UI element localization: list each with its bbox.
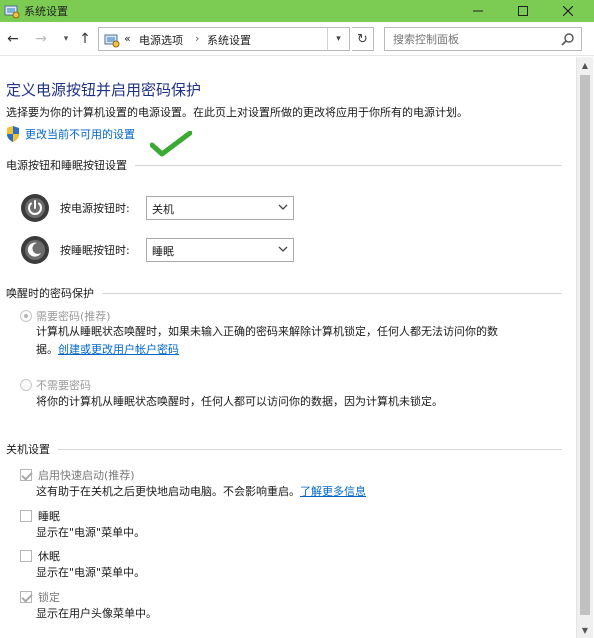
search-box[interactable]: [384, 27, 582, 51]
create-change-password-link[interactable]: 创建或更改用户帐户密码: [58, 343, 179, 356]
change-settings-link-text[interactable]: 更改当前不可用的设置: [25, 126, 135, 142]
recent-locations-button[interactable]: ▾: [57, 30, 75, 48]
sleep-menu-option[interactable]: 睡眠: [20, 508, 60, 524]
fast-startup-checkbox[interactable]: [20, 469, 32, 481]
hibernate-checkbox[interactable]: [20, 550, 32, 562]
section-divider: [102, 292, 562, 294]
control-panel-icon: [104, 34, 120, 48]
search-icon[interactable]: [561, 32, 575, 46]
require-password-desc-line1: 计算机从睡眠状态唤醒时，如果未输入正确的密码来解除计算机锁定，任何人都无法访问你…: [36, 325, 498, 338]
chevron-down-icon: [278, 204, 288, 210]
window-title: 系统设置: [24, 5, 68, 18]
chevron-down-icon: ▾: [336, 34, 341, 44]
page-title: 定义电源按钮并启用密码保护: [6, 81, 202, 99]
power-button-icon: [21, 194, 49, 222]
close-icon: [563, 6, 573, 16]
vertical-scrollbar[interactable]: ▲ ▼: [576, 57, 593, 638]
no-password-label: 不需要密码: [36, 379, 91, 392]
sleep-button-action-select[interactable]: 睡眠: [146, 238, 294, 262]
learn-more-link[interactable]: 了解更多信息: [300, 485, 366, 498]
search-input[interactable]: [393, 31, 553, 47]
arrow-left-icon: ←: [7, 31, 19, 47]
lock-option-description: 显示在用户头像菜单中。: [36, 607, 157, 620]
up-button[interactable]: ↑: [76, 30, 94, 48]
change-unavailable-settings-link[interactable]: 更改当前不可用的设置: [6, 126, 135, 142]
require-password-radio[interactable]: [20, 310, 32, 322]
address-dropdown-button[interactable]: ▾: [327, 28, 349, 50]
section-title: 电源按钮和睡眠按钮设置: [6, 159, 127, 172]
refresh-button[interactable]: ↻: [352, 27, 374, 51]
forward-button[interactable]: →: [32, 30, 50, 48]
fast-startup-option[interactable]: 启用快速启动(推荐): [20, 467, 135, 483]
close-button[interactable]: [548, 0, 588, 22]
select-value: 关机: [152, 203, 174, 216]
sleep-button-label: 按睡眠按钮时:: [60, 244, 130, 257]
no-password-option[interactable]: 不需要密码: [20, 377, 91, 393]
require-password-label: 需要密码(推荐): [36, 310, 111, 323]
breadcrumb-separator: ›: [195, 32, 200, 45]
minimize-icon: [473, 10, 483, 12]
fast-startup-desc-text: 这有助于在关机之后更快地启动电脑。不会影响重启。: [36, 485, 300, 498]
green-checkmark-icon: [150, 131, 192, 157]
fast-startup-description: 这有助于在关机之后更快地启动电脑。不会影响重启。了解更多信息: [36, 483, 560, 501]
breadcrumb-overflow[interactable]: «: [124, 32, 131, 45]
section-title: 关机设置: [6, 443, 50, 456]
breadcrumb-power-options[interactable]: 电源选项: [139, 32, 183, 48]
sleep-checkbox[interactable]: [20, 510, 32, 522]
lock-checkbox[interactable]: [20, 591, 32, 603]
page-description: 选择要为你的计算机设置的电源设置。在此页上对设置所做的更改将应用于你所有的电源计…: [6, 106, 468, 119]
chevron-down-icon: ▾: [63, 34, 69, 44]
chevron-down-icon: [278, 246, 288, 252]
arrow-right-icon: →: [35, 31, 47, 47]
control-panel-icon: [4, 5, 20, 19]
power-button-label: 按电源按钮时:: [60, 202, 130, 215]
hibernate-menu-option[interactable]: 休眠: [20, 548, 60, 564]
section-divider: [135, 164, 562, 166]
select-value: 睡眠: [152, 245, 174, 258]
address-bar[interactable]: « 电源选项 › 系统设置 ▾: [98, 27, 350, 51]
triangle-down-icon: ▼: [581, 625, 589, 635]
sleep-option-description: 显示在"电源"菜单中。: [36, 526, 146, 539]
power-button-row: 按电源按钮时: 关机: [20, 191, 294, 225]
lock-option-label: 锁定: [38, 591, 60, 604]
breadcrumb-system-settings[interactable]: 系统设置: [207, 32, 251, 48]
scrollbar-thumb[interactable]: [580, 75, 590, 615]
address-toolbar: ← → ▾ ↑ « 电源选项 › 系统设置 ▾ ↻: [0, 22, 594, 56]
require-password-description: 计算机从睡眠状态唤醒时，如果未输入正确的密码来解除计算机锁定，任何人都无法访问你…: [36, 323, 560, 359]
section-power-buttons: 电源按钮和睡眠按钮设置: [6, 157, 562, 173]
maximize-button[interactable]: [503, 0, 543, 22]
section-wake-password: 唤醒时的密码保护: [6, 285, 562, 301]
sleep-button-row: 按睡眠按钮时: 睡眠: [20, 233, 294, 267]
lock-menu-option[interactable]: 锁定: [20, 589, 60, 605]
back-button[interactable]: ←: [4, 30, 22, 48]
sleep-button-icon: [21, 236, 49, 264]
require-password-option[interactable]: 需要密码(推荐): [20, 308, 111, 324]
arrow-up-icon: ↑: [79, 31, 91, 47]
sleep-option-label: 睡眠: [38, 510, 60, 523]
hibernate-option-label: 休眠: [38, 550, 60, 563]
uac-shield-icon: [7, 126, 19, 142]
section-divider: [58, 448, 562, 450]
minimize-button[interactable]: [458, 0, 498, 22]
require-password-desc-prefix: 据。: [36, 343, 58, 356]
maximize-icon: [518, 6, 528, 16]
no-password-radio[interactable]: [20, 379, 32, 391]
scroll-up-button[interactable]: ▲: [577, 57, 593, 73]
triangle-up-icon: ▲: [581, 60, 589, 70]
refresh-icon: ↻: [357, 31, 368, 47]
section-shutdown-settings: 关机设置: [6, 441, 562, 457]
power-button-action-select[interactable]: 关机: [146, 196, 294, 220]
title-bar: 系统设置: [0, 0, 594, 22]
section-title: 唤醒时的密码保护: [6, 287, 94, 300]
require-password-desc-line2: 据。创建或更改用户帐户密码: [36, 341, 560, 359]
no-password-description: 将你的计算机从睡眠状态唤醒时，任何人都可以访问你的数据，因为计算机未锁定。: [36, 395, 443, 408]
hibernate-option-description: 显示在"电源"菜单中。: [36, 566, 146, 579]
scroll-down-button[interactable]: ▼: [577, 622, 593, 638]
content-area: 定义电源按钮并启用密码保护 选择要为你的计算机设置的电源设置。在此页上对设置所做…: [0, 57, 576, 638]
fast-startup-label: 启用快速启动(推荐): [38, 469, 135, 482]
